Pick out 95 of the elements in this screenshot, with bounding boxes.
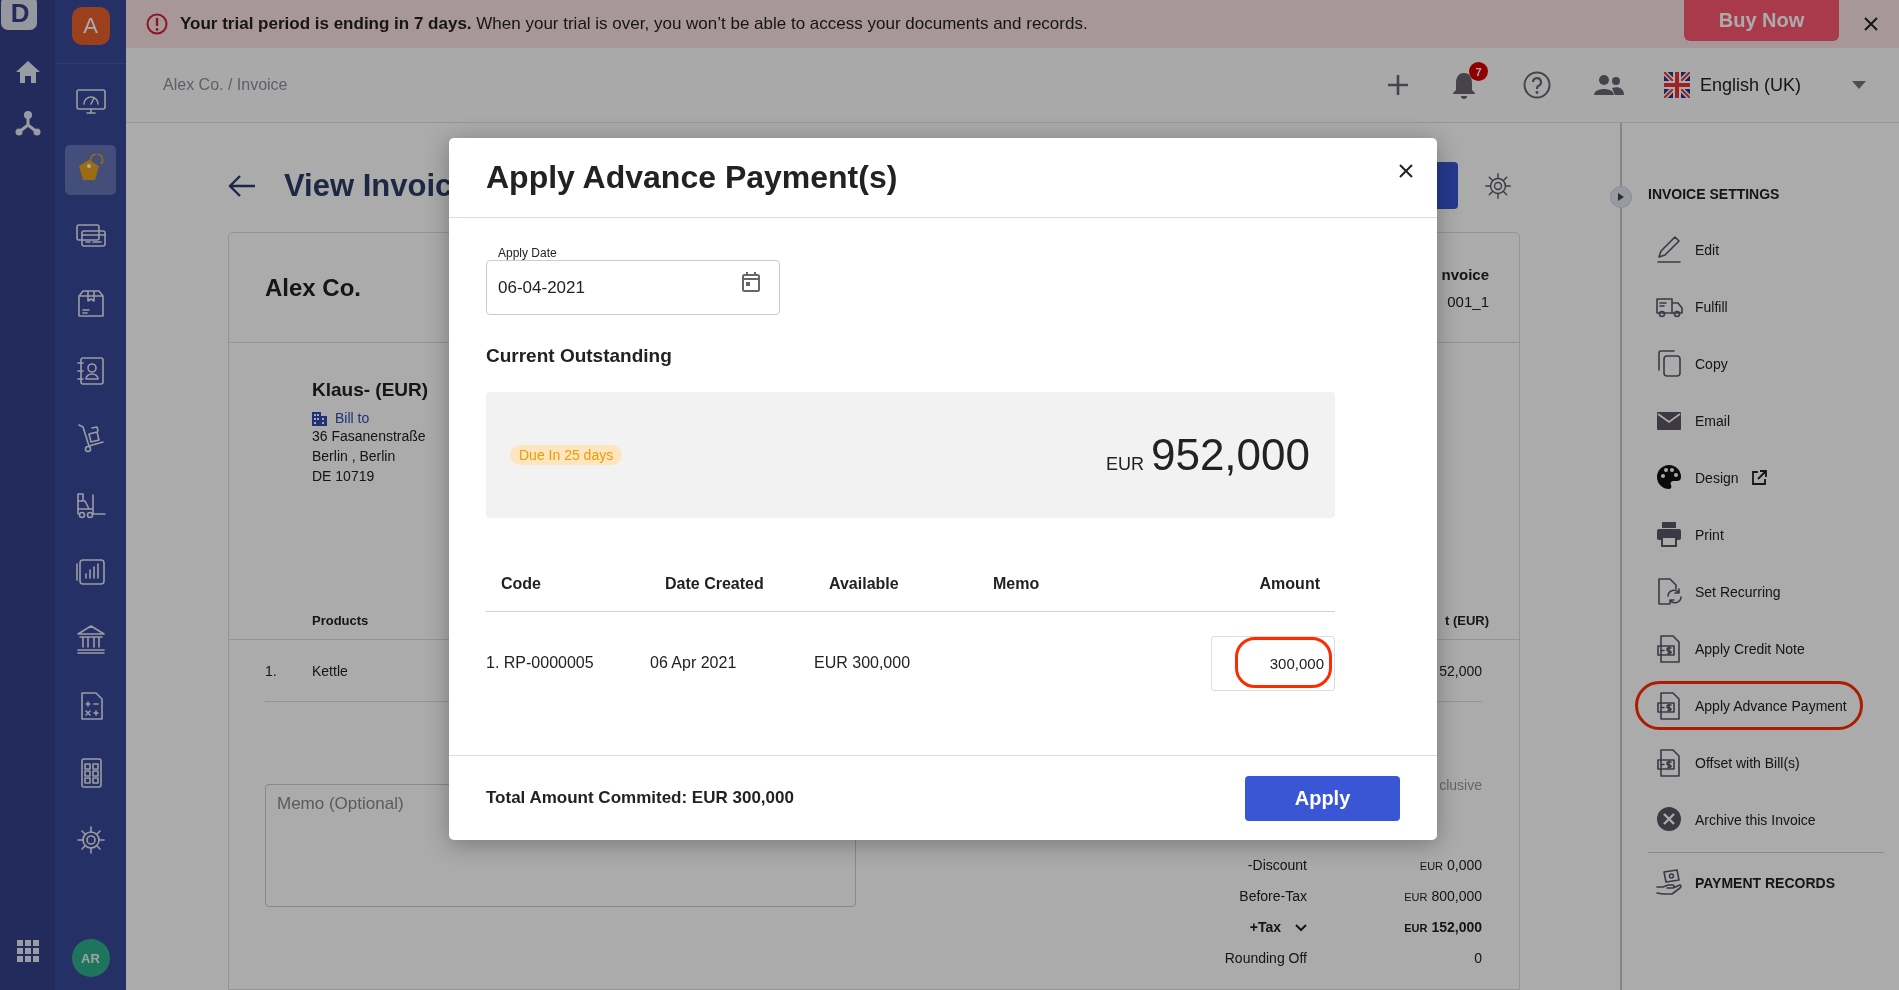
dollar-document-icon xyxy=(1655,633,1683,664)
notification-badge: 7 xyxy=(1468,62,1488,81)
flag-icon xyxy=(1663,72,1690,98)
total-label: +Tax xyxy=(1249,918,1281,937)
currency-label: EUR xyxy=(1105,454,1144,475)
column-header: Products xyxy=(312,613,369,628)
home-icon xyxy=(14,60,41,84)
due-badge: Due In 25 days xyxy=(510,445,623,465)
copy-icon xyxy=(1655,348,1683,379)
column-header: Amount xyxy=(1200,556,1335,612)
apps-grid-icon xyxy=(16,940,39,962)
building-icon xyxy=(312,410,327,426)
settings-menu-item[interactable]: Apply Advance Payment xyxy=(1648,677,1884,734)
row-number: 1. xyxy=(265,662,278,679)
settings-menu-item[interactable]: Design xyxy=(1648,449,1884,506)
total-label: -Discount xyxy=(1247,856,1307,875)
settings-menu-item[interactable]: Print xyxy=(1648,506,1884,563)
dollar-document-icon xyxy=(1655,690,1683,721)
bell-icon xyxy=(1451,71,1476,99)
recurring-document-icon xyxy=(1655,576,1683,607)
document-title: nvoice xyxy=(1441,264,1489,285)
line-amount: 52,000 xyxy=(1439,662,1482,679)
table-cell-text: EUR 300,000 xyxy=(814,653,912,673)
address-line: DE 10719 xyxy=(312,467,375,486)
alert-icon xyxy=(146,13,168,35)
apply-button[interactable]: Apply xyxy=(1245,775,1400,821)
settings-menu-item[interactable]: Fulfill xyxy=(1648,278,1884,335)
close-icon xyxy=(1399,163,1413,178)
help-icon xyxy=(1522,71,1551,99)
close-button[interactable] xyxy=(1863,16,1879,32)
back-button[interactable] xyxy=(228,173,256,198)
company-name: Alex Co. xyxy=(265,273,362,302)
settings-menu-item[interactable]: Apply Credit Note xyxy=(1648,620,1884,677)
outstanding-amount: 952,000 xyxy=(1150,430,1310,480)
bill-to-label: Bill to xyxy=(335,410,370,426)
column-header: Memo xyxy=(978,556,1200,612)
settings-menu-item[interactable]: Archive this Invoice xyxy=(1648,791,1884,848)
total-committed: Total Amount Commited: EUR 300,000 xyxy=(486,788,794,808)
document-number: 001_1 xyxy=(1446,291,1489,312)
add-button[interactable] xyxy=(1386,74,1409,96)
settings-menu-item[interactable]: Copy xyxy=(1648,335,1884,392)
settings-icon xyxy=(74,824,107,856)
contact-book-icon xyxy=(74,355,107,387)
printer-icon xyxy=(1655,519,1683,550)
address-line: Berlin , Berlin xyxy=(312,447,396,466)
date-field[interactable]: 06-04-2021 xyxy=(486,260,780,315)
column-header: t (EUR) xyxy=(1444,613,1489,628)
chevron-down-icon xyxy=(1295,923,1307,932)
total-value: EUR 0,000 xyxy=(1418,856,1482,875)
users-button[interactable] xyxy=(1593,74,1624,96)
language-selector[interactable]: English (UK) xyxy=(1663,72,1801,98)
dialog-title: Apply Advance Payment(s) xyxy=(486,159,898,196)
settings-menu-item[interactable]: Set Recurring xyxy=(1648,563,1884,620)
back-arrow-icon xyxy=(228,173,256,198)
table-cell-text: 1. RP-0000005 xyxy=(486,653,595,673)
settings-menu-item[interactable]: Email xyxy=(1648,392,1884,449)
total-value: EUR 800,000 xyxy=(1403,887,1482,906)
dropdown-caret-icon xyxy=(1852,81,1866,89)
column-header: Code xyxy=(486,556,650,612)
table-cell-text: 06 Apr 2021 xyxy=(650,653,738,673)
product-name: Kettle xyxy=(312,662,348,679)
bar-chart-icon xyxy=(74,556,107,588)
total-label: Rounding Off xyxy=(1224,949,1307,968)
external-link-icon xyxy=(1750,469,1767,486)
payment-records-link[interactable]: PAYMENT RECORDS xyxy=(1648,853,1842,913)
money-hand-icon xyxy=(1655,869,1683,897)
app-logo[interactable]: D xyxy=(0,0,37,30)
address-line: 36 Fasanenstraße xyxy=(312,427,426,446)
network-icon xyxy=(14,110,41,136)
close-icon xyxy=(1863,16,1879,32)
people-icon xyxy=(1593,74,1624,96)
total-label: Before-Tax xyxy=(1239,887,1307,906)
total-value: EUR 152,000 xyxy=(1403,918,1482,937)
collapse-toggle[interactable] xyxy=(1610,186,1632,208)
settings-menu-item[interactable]: Edit xyxy=(1648,221,1884,278)
column-header: Available xyxy=(814,556,978,612)
total-value: 0 xyxy=(1473,949,1482,968)
settings-button[interactable] xyxy=(1484,171,1512,200)
pencil-icon xyxy=(1655,234,1683,265)
play-icon xyxy=(1618,193,1624,201)
help-button[interactable] xyxy=(1522,71,1551,99)
plus-icon xyxy=(1386,74,1409,96)
settings-icon xyxy=(1484,171,1512,200)
close-button[interactable] xyxy=(1399,163,1413,178)
notifications-button[interactable] xyxy=(1451,71,1476,99)
panel-title: INVOICE SETTINGS xyxy=(1648,185,1781,204)
trial-message: Your trial period is ending in 7 days. When your trial is over, you won’t be able to access your documents and records. xyxy=(180,14,1088,34)
bank-icon xyxy=(74,623,107,655)
section-heading: Current Outstanding xyxy=(486,345,673,367)
column-header: Date Created xyxy=(650,556,814,612)
settings-menu-item[interactable]: Offset with Bill(s) xyxy=(1648,734,1884,791)
page-title: View Invoic xyxy=(284,167,453,204)
calendar-icon xyxy=(741,271,761,293)
customer-name: Klaus- (EUR) xyxy=(312,379,430,401)
dollar-document-icon xyxy=(1655,747,1683,778)
